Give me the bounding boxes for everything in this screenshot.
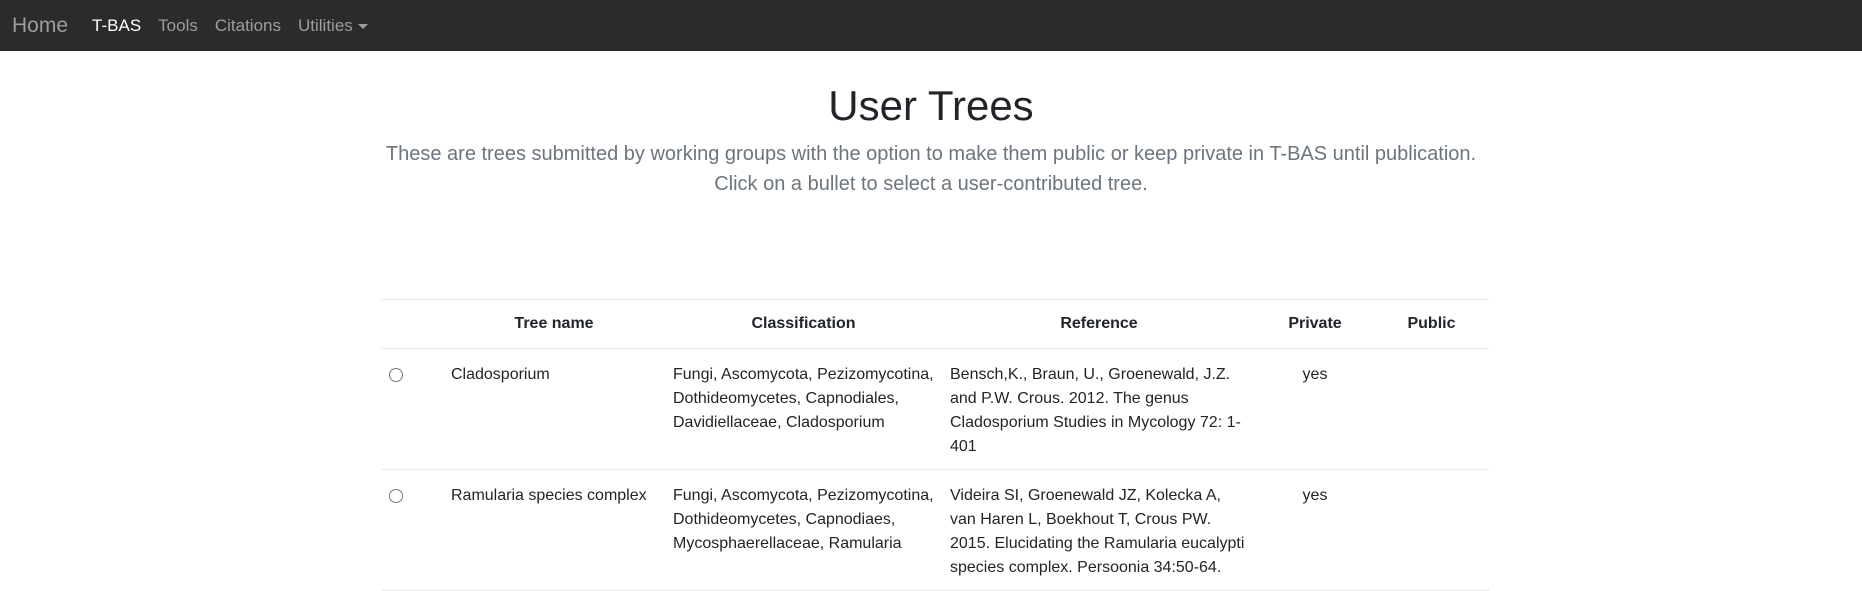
tree-select-radio[interactable]	[389, 489, 403, 503]
column-header-reference: Reference	[942, 299, 1256, 349]
reference-cell: Bensch,K., Braun, U., Groenewald, J.Z. a…	[942, 348, 1256, 470]
private-cell: yes	[1256, 469, 1374, 591]
tree-name-cell: Cladosporium	[443, 348, 665, 470]
column-header-private: Private	[1256, 299, 1374, 349]
column-header-tree-name: Tree name	[443, 299, 665, 349]
tree-name-cell: Ramularia species complex	[443, 469, 665, 591]
table-row: Cladosporium Fungi, Ascomycota, Pezizomy…	[381, 348, 1489, 470]
classification-cell: Fungi, Ascomycota, Pezizomycotina, Dothi…	[665, 469, 942, 591]
table-row: Ramularia species complex Fungi, Ascomyc…	[381, 469, 1489, 591]
column-header-select	[381, 299, 443, 349]
nav-tbas-link[interactable]: T-BAS	[92, 16, 141, 36]
nav-tools-link[interactable]: Tools	[158, 16, 198, 36]
top-navbar: Home T-BAS Tools Citations Utilities	[0, 0, 1862, 51]
user-trees-table: Tree name Classification Reference Priva…	[381, 299, 1489, 591]
row-select-cell	[381, 348, 443, 470]
public-cell	[1374, 348, 1489, 470]
nav-home-link[interactable]: Home	[12, 14, 68, 38]
page-title: User Trees	[828, 82, 1034, 129]
column-header-classification: Classification	[665, 299, 942, 349]
private-cell: yes	[1256, 348, 1374, 470]
row-select-cell	[381, 469, 443, 591]
user-trees-table-container: Tree name Classification Reference Priva…	[381, 299, 1489, 591]
table-header-row: Tree name Classification Reference Priva…	[381, 299, 1489, 349]
page-header: User Trees These are trees submitted by …	[0, 51, 1862, 199]
tree-select-radio[interactable]	[389, 368, 403, 382]
page-description: These are trees submitted by working gro…	[385, 143, 1477, 195]
nav-utilities-label: Utilities	[297, 15, 353, 35]
caret-down-icon	[357, 24, 368, 29]
classification-cell: Fungi, Ascomycota, Pezizomycotina, Dothi…	[665, 348, 942, 470]
column-header-public: Public	[1374, 299, 1489, 349]
reference-cell: Videira SI, Groenewald JZ, Kolecka A, va…	[942, 469, 1256, 591]
nav-utilities-dropdown[interactable]: Utilities	[298, 16, 368, 36]
public-cell	[1374, 469, 1489, 591]
nav-citations-link[interactable]: Citations	[215, 16, 281, 36]
